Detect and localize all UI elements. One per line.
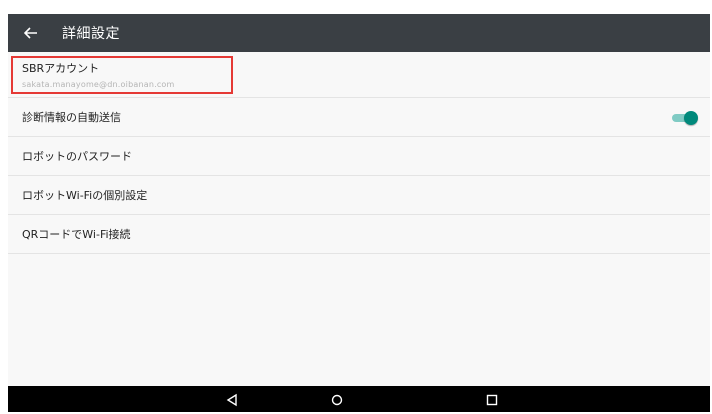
auto-send-label: 診断情報の自動送信	[22, 111, 121, 124]
account-email: sakata.manayome@dn.oibanan.com	[22, 80, 175, 89]
system-nav-bar	[8, 386, 710, 412]
triangle-back-icon[interactable]	[225, 392, 239, 407]
robot-wifi-label: ロボットWi-Fiの個別設定	[22, 189, 148, 202]
robot-password-label: ロボットのパスワード	[22, 150, 132, 163]
square-recents-icon[interactable]	[485, 392, 499, 406]
robot-wifi-settings-item[interactable]: ロボットWi-Fiの個別設定	[8, 176, 710, 215]
arrow-left-icon[interactable]	[24, 25, 42, 41]
account-label: SBRアカウント	[22, 62, 100, 75]
sbr-account-item[interactable]: SBRアカウント sakata.manayome@dn.oibanan.com	[8, 52, 710, 98]
qr-wifi-label: QRコードでWi-Fi接続	[22, 228, 131, 241]
auto-send-toggle[interactable]	[672, 111, 698, 125]
app-bar: 詳細設定	[8, 14, 710, 52]
app-screen: 詳細設定 SBRアカウント sakata.manayome@dn.oibanan…	[8, 14, 710, 412]
qr-wifi-connect-item[interactable]: QRコードでWi-Fi接続	[8, 215, 710, 254]
circle-home-icon[interactable]	[330, 392, 344, 406]
auto-send-diagnostics-item[interactable]: 診断情報の自動送信	[8, 98, 710, 137]
settings-list: SBRアカウント sakata.manayome@dn.oibanan.com …	[8, 52, 710, 254]
robot-password-item[interactable]: ロボットのパスワード	[8, 137, 710, 176]
toggle-thumb	[684, 111, 698, 125]
page-title: 詳細設定	[62, 26, 120, 42]
